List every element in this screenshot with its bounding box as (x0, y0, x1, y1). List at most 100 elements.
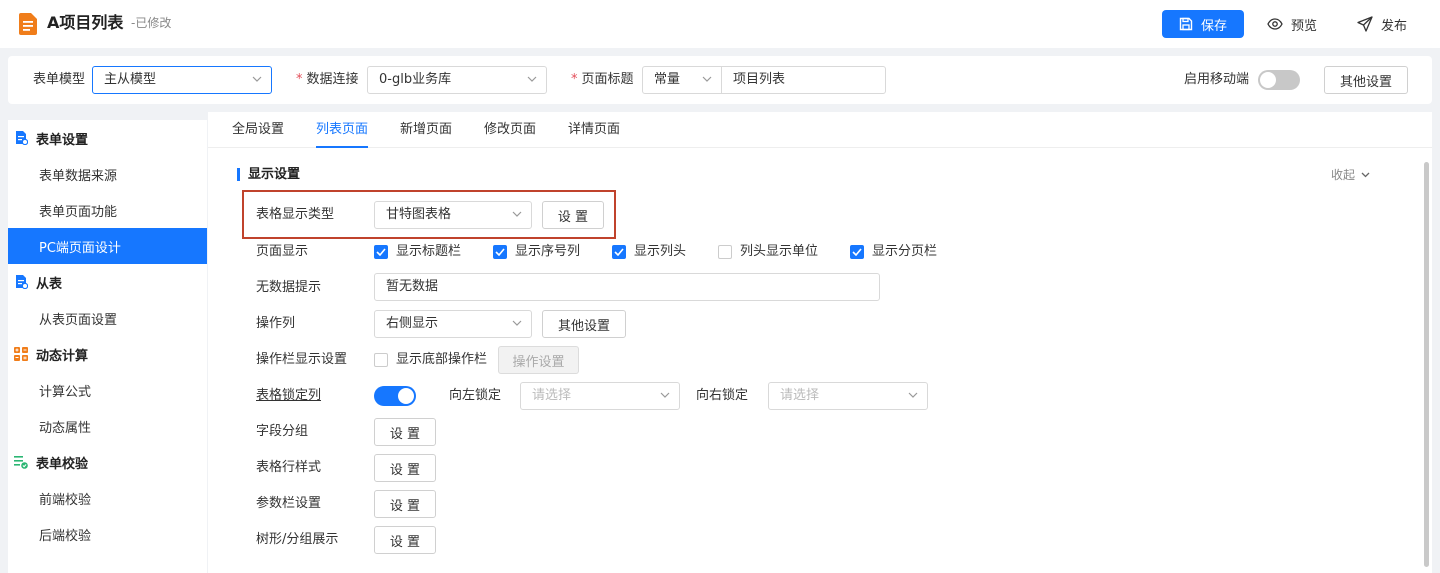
scrollbar[interactable] (1424, 162, 1429, 567)
form-settings-icon (16, 131, 28, 145)
table-type-set-button[interactable]: 设 置 (542, 201, 604, 229)
publish-label: 发布 (1381, 18, 1408, 34)
field-group-set-button[interactable]: 设 置 (374, 418, 436, 446)
sidebar-item-pc-design[interactable]: PC端页面设计 (8, 228, 207, 264)
checkbox-box (374, 245, 388, 259)
eye-icon (1267, 18, 1283, 30)
validate-icon (14, 456, 28, 469)
chevron-down-icon (702, 76, 712, 82)
sidebar-item-dynamic-attr[interactable]: 动态属性 (8, 408, 207, 444)
chevron-down-icon (252, 76, 262, 82)
mobile-toggle[interactable] (1258, 70, 1300, 90)
checkbox-label: 列头显示单位 (740, 244, 819, 259)
action-settings-button[interactable]: 操作设置 (498, 346, 579, 374)
chevron-down-icon (512, 320, 522, 326)
page-title-value: 项目列表 (733, 72, 786, 87)
page-title-label: * 页面标题 (571, 72, 634, 87)
toggle-knob (398, 388, 414, 404)
page-title-type-select[interactable]: 常量 (642, 66, 722, 94)
mobile-label: 启用移动端 (1184, 72, 1250, 87)
row-style-set-button[interactable]: 设 置 (374, 454, 436, 482)
save-button[interactable]: 保存 (1162, 10, 1244, 38)
publish-button[interactable]: 发布 (1357, 10, 1407, 38)
sidebar-item-frontend-validate[interactable]: 前端校验 (8, 480, 207, 516)
lock-left-placeholder: 请选择 (532, 388, 572, 403)
show-title-bar-checkbox[interactable]: 显示标题栏 (374, 243, 461, 261)
page-display-label: 页面显示 (256, 244, 309, 259)
checkbox-label: 显示标题栏 (396, 244, 462, 259)
form-model-select[interactable]: 主从模型 (92, 66, 272, 94)
tab-add-page[interactable]: 新增页面 (400, 112, 452, 148)
lock-right-label: 向右锁定 (696, 388, 749, 403)
sidebar-group-subtable[interactable]: 从表 (8, 264, 207, 300)
sidebar-item-backend-validate[interactable]: 后端校验 (8, 516, 207, 552)
param-bar-set-button[interactable]: 设 置 (374, 490, 436, 518)
no-data-input[interactable]: 暂无数据 (374, 273, 880, 301)
sidebar-group-form-settings[interactable]: 表单设置 (8, 120, 207, 156)
toggle-knob (1260, 72, 1276, 88)
main-panel: 全局设置 列表页面 新增页面 修改页面 详情页面 显示设置 收起 表格显示类型 … (208, 112, 1432, 573)
lock-col-toggle[interactable] (374, 386, 416, 406)
section-accent-bar (237, 168, 240, 181)
tab-global-settings[interactable]: 全局设置 (232, 112, 284, 148)
checkbox-box (718, 245, 732, 259)
table-type-label: 表格显示类型 (256, 207, 335, 222)
subtable-icon (16, 275, 28, 289)
form-model-label: 表单模型 (33, 72, 86, 87)
show-col-header-checkbox[interactable]: 显示列头 (612, 243, 686, 261)
no-data-label: 无数据提示 (256, 280, 322, 295)
lock-right-placeholder: 请选择 (780, 388, 820, 403)
table-type-select[interactable]: 甘特图表格 (374, 201, 532, 229)
action-col-value: 右侧显示 (386, 316, 439, 331)
checkbox-box (493, 245, 507, 259)
param-bar-label: 参数栏设置 (256, 496, 322, 511)
page-title: A项目列表 (47, 13, 124, 32)
save-label: 保存 (1200, 18, 1227, 34)
tab-detail-page[interactable]: 详情页面 (568, 112, 620, 148)
tab-edit-page[interactable]: 修改页面 (484, 112, 536, 148)
show-col-unit-checkbox[interactable]: 列头显示单位 (718, 243, 818, 261)
data-conn-select[interactable]: 0-glb业务库 (367, 66, 547, 94)
lock-left-select[interactable]: 请选择 (520, 382, 680, 410)
table-type-value: 甘特图表格 (386, 207, 452, 222)
lock-left-label: 向左锁定 (449, 388, 502, 403)
checkbox-box (374, 353, 388, 367)
lock-right-select[interactable]: 请选择 (768, 382, 928, 410)
action-col-label: 操作列 (256, 316, 296, 331)
send-icon (1357, 16, 1373, 32)
checkbox-label: 显示分页栏 (872, 244, 938, 259)
data-conn-label: * 数据连接 (296, 72, 359, 87)
other-settings-button[interactable]: 其他设置 (1324, 66, 1408, 94)
no-data-value: 暂无数据 (386, 279, 439, 294)
preview-label: 预览 (1291, 18, 1318, 34)
modified-status: -已修改 (131, 16, 172, 30)
action-col-other-button[interactable]: 其他设置 (542, 310, 626, 338)
page-title-type-value: 常量 (654, 72, 681, 87)
sidebar: 表单设置 表单数据来源 表单页面功能 PC端页面设计 从表 从表页面设置 动态计… (8, 120, 207, 573)
action-col-select[interactable]: 右侧显示 (374, 310, 532, 338)
data-conn-value: 0-glb业务库 (379, 72, 452, 87)
show-pagination-checkbox[interactable]: 显示分页栏 (850, 243, 937, 261)
sidebar-item-data-source[interactable]: 表单数据来源 (8, 156, 207, 192)
calc-icon (14, 347, 28, 361)
sidebar-group-label: 从表 (36, 276, 63, 292)
collapse-label: 收起 (1331, 168, 1356, 182)
show-bottom-action-checkbox[interactable]: 显示底部操作栏 (374, 351, 487, 369)
tab-bar: 全局设置 列表页面 新增页面 修改页面 详情页面 (208, 112, 1432, 148)
sidebar-group-label: 动态计算 (36, 348, 89, 364)
collapse-button[interactable]: 收起 (1331, 166, 1370, 184)
chevron-down-icon (512, 211, 522, 217)
chevron-down-icon (660, 392, 670, 398)
sidebar-item-subtable-page[interactable]: 从表页面设置 (8, 300, 207, 336)
checkbox-box (850, 245, 864, 259)
sidebar-group-validation[interactable]: 表单校验 (8, 444, 207, 480)
tree-group-set-button[interactable]: 设 置 (374, 526, 436, 554)
sidebar-item-page-function[interactable]: 表单页面功能 (8, 192, 207, 228)
sidebar-group-dynamic-calc[interactable]: 动态计算 (8, 336, 207, 372)
tree-group-label: 树形/分组展示 (256, 532, 339, 547)
page-title-input[interactable]: 项目列表 (721, 66, 886, 94)
tab-list-page[interactable]: 列表页面 (316, 112, 369, 148)
preview-button[interactable]: 预览 (1267, 10, 1317, 38)
show-index-col-checkbox[interactable]: 显示序号列 (493, 243, 580, 261)
sidebar-item-formula[interactable]: 计算公式 (8, 372, 207, 408)
